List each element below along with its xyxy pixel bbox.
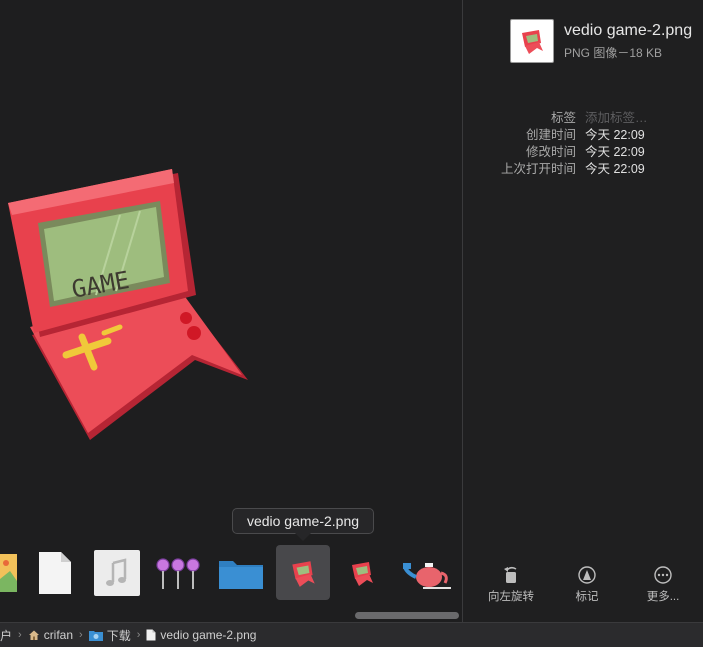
horizontal-scrollbar[interactable] — [355, 612, 459, 619]
file-kind-size: PNG 图像－18 KB — [564, 46, 663, 60]
meta-value-last-opened: 今天 22:09 — [585, 162, 645, 176]
rotate-left-button[interactable]: 向左旋转 — [481, 565, 541, 604]
more-button[interactable]: 更多... — [633, 565, 693, 604]
tooltip: vedio game-2.png — [232, 508, 374, 534]
teapot-icon — [403, 562, 451, 589]
path-item-file[interactable]: vedio game-2.png — [146, 628, 256, 642]
chevron-right-icon: › — [79, 629, 83, 641]
ellipsis-icon — [654, 566, 672, 584]
lollipops-icon — [156, 557, 200, 589]
folder-icon — [219, 560, 263, 589]
file-name: vedio game-2.png — [564, 22, 693, 39]
game-console-icon — [522, 30, 543, 54]
chevron-right-icon: › — [136, 629, 141, 641]
cartoon-image-icon — [0, 553, 17, 592]
rotate-left-icon — [504, 566, 517, 583]
document-icon — [146, 629, 156, 641]
path-bar: 户 › crifan › 下载 › vedio game-2.png — [0, 622, 703, 647]
thumbnail-blank-document[interactable] — [28, 545, 82, 600]
thumbnail-folder[interactable] — [214, 545, 268, 600]
downloads-folder-icon — [88, 630, 103, 641]
file-thumbnail — [510, 19, 554, 63]
tooltip-arrow — [295, 533, 311, 541]
finder-gallery-window: GAME vedio game-2.png PNG 图像－18 KB 标签 添加… — [0, 0, 703, 647]
path-item-user[interactable]: 户 — [0, 627, 12, 644]
game-console-preview-image: GAME — [8, 169, 248, 440]
preview-pane: GAME — [0, 0, 462, 622]
rotate-left-label: 向左旋转 — [488, 591, 534, 603]
blank-document-icon — [39, 551, 71, 594]
info-pane: vedio game-2.png PNG 图像－18 KB 标签 添加标签… 创… — [463, 0, 703, 622]
game-console-icon — [292, 560, 315, 587]
path-item-downloads[interactable]: 下载 — [88, 627, 131, 644]
markup-label: 标记 — [575, 591, 599, 603]
thumbnail-image-1[interactable] — [0, 545, 20, 600]
more-label: 更多... — [646, 591, 680, 603]
thumbnail-teapot-image[interactable] — [400, 545, 454, 600]
thumbnail-vedio-game-2-selected[interactable] — [276, 545, 330, 600]
path-item-crifan[interactable]: crifan — [28, 628, 73, 642]
music-note-icon — [94, 549, 140, 596]
thumbnail-vedio-game[interactable] — [335, 545, 389, 600]
home-icon — [28, 630, 39, 640]
markup-pen-icon — [578, 566, 596, 584]
meta-label-last-opened: 上次打开时间 — [500, 162, 576, 176]
chevron-right-icon: › — [18, 629, 22, 641]
markup-button[interactable]: 标记 — [557, 565, 617, 604]
game-console-icon — [352, 561, 373, 586]
thumbnail-lollipops-image[interactable] — [151, 545, 205, 600]
thumbnail-audio-file[interactable] — [90, 545, 144, 600]
